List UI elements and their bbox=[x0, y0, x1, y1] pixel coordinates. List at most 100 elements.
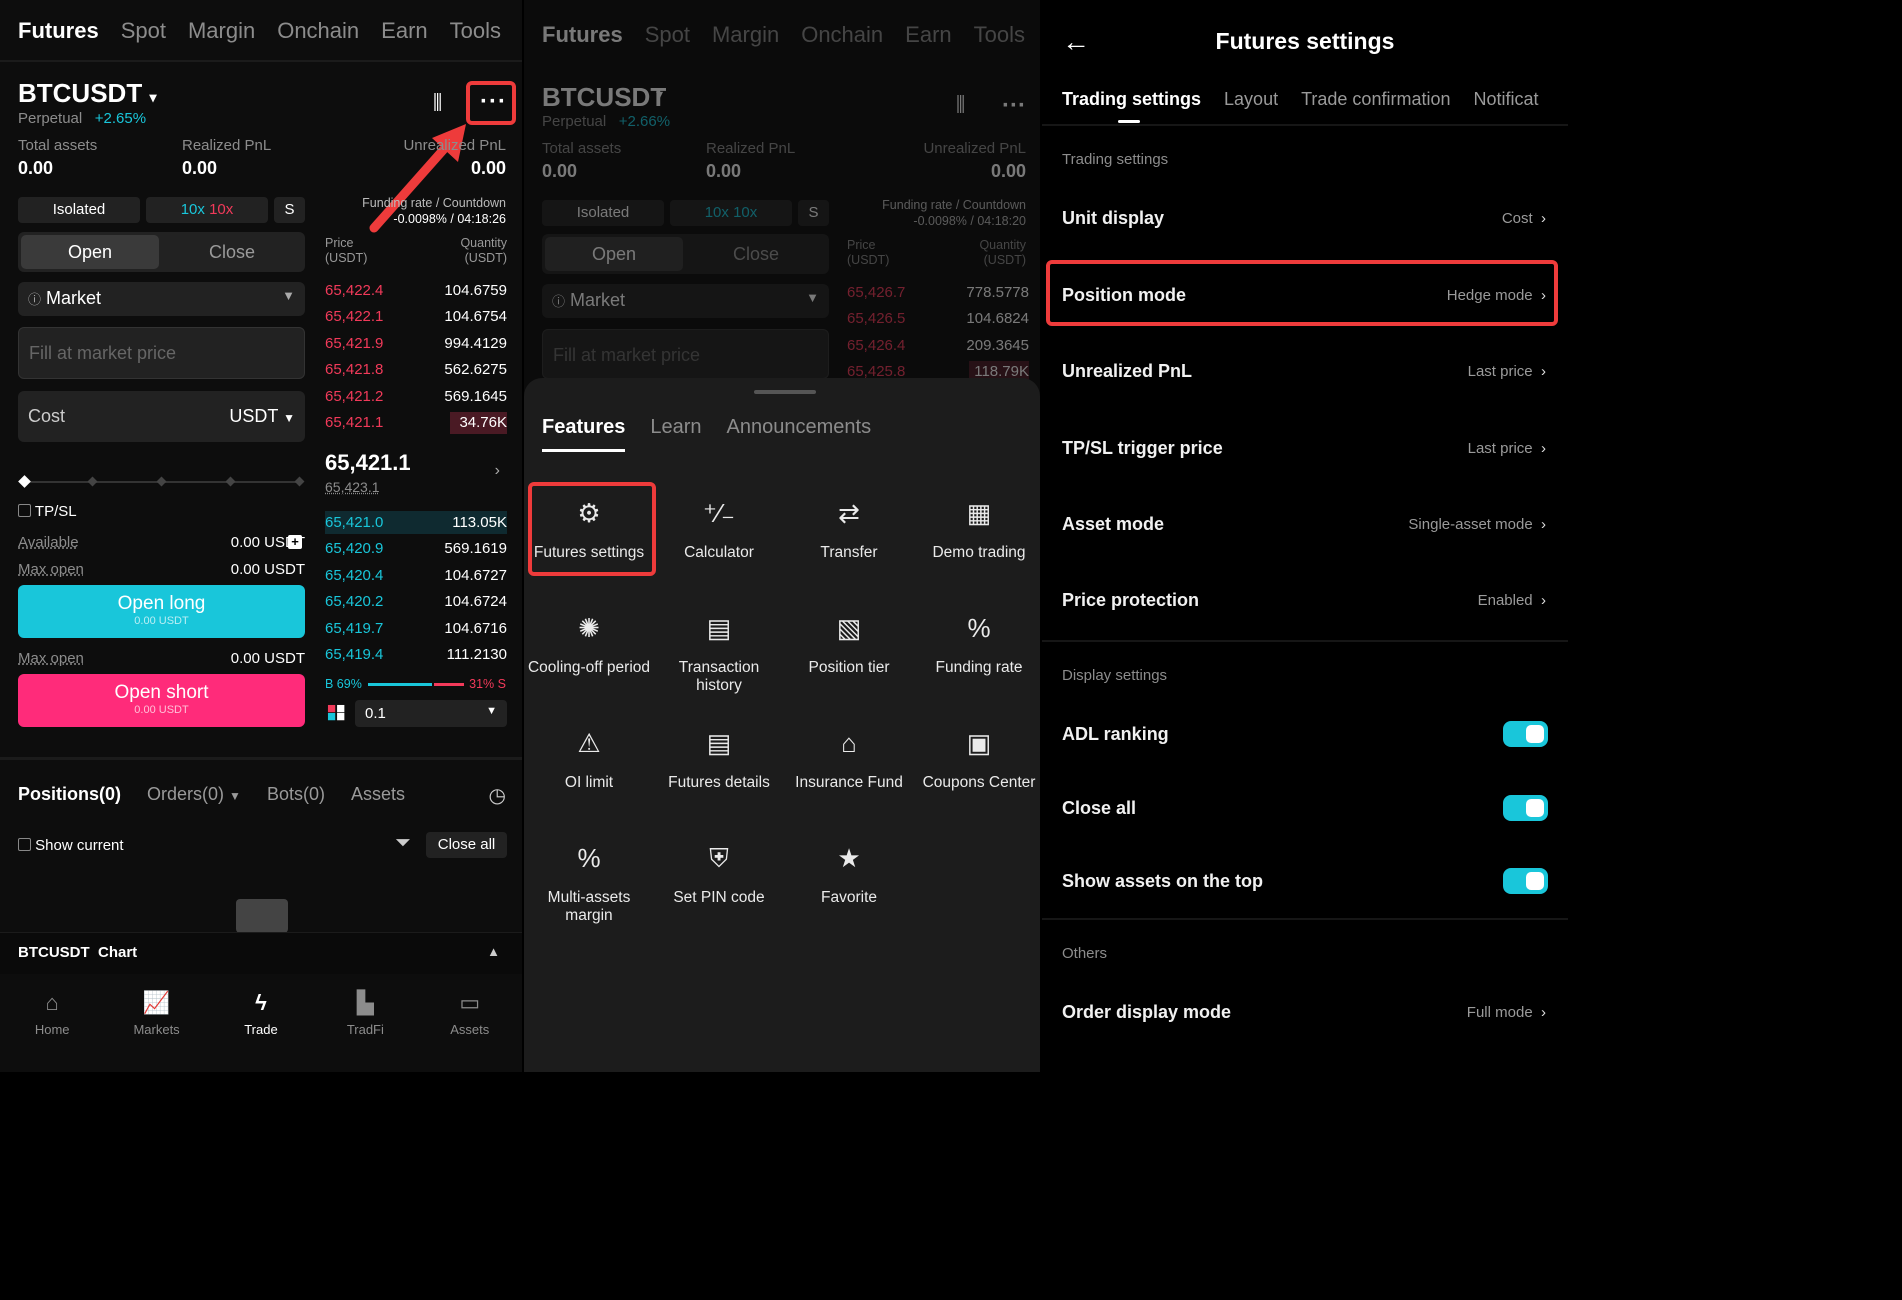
ask-row[interactable]: 65,421.1 34.76K bbox=[325, 410, 507, 437]
open-tab[interactable]: Open bbox=[21, 235, 159, 269]
tab-bots[interactable]: Bots(0) bbox=[267, 784, 325, 805]
ask-row[interactable]: 65,422.4 104.6759 bbox=[325, 277, 507, 304]
show-assets-toggle[interactable] bbox=[1503, 868, 1548, 894]
chevron-right-icon: › bbox=[1541, 363, 1546, 380]
setting-order-display-mode[interactable]: Order display mode Full mode › bbox=[1062, 1002, 1546, 1023]
setting-tpsl-trigger[interactable]: TP/SL trigger price Last price › bbox=[1062, 438, 1546, 459]
tpsl-checkbox[interactable]: TP/SL bbox=[18, 503, 77, 520]
tab-trade-confirmation[interactable]: Trade confirmation bbox=[1301, 89, 1450, 110]
feature-item[interactable]: ✺ Cooling-off period bbox=[524, 613, 654, 677]
bid-row[interactable]: 65,419.7 104.6716 bbox=[325, 615, 507, 642]
tab-earn[interactable]: Earn bbox=[905, 22, 951, 48]
bid-row[interactable]: 65,420.2 104.6724 bbox=[325, 589, 507, 616]
price-input[interactable]: Fill at market price bbox=[18, 327, 305, 379]
tab-futures[interactable]: Futures bbox=[542, 22, 623, 48]
adl-ranking-toggle[interactable] bbox=[1503, 721, 1548, 747]
pair-selector[interactable]: BTCUSDT ▾ bbox=[18, 78, 156, 109]
sheet-tabs: Features Learn Announcements bbox=[542, 416, 871, 452]
nav-home[interactable]: ⌂ Home bbox=[12, 990, 92, 1072]
precision-select[interactable]: 0.1 ▼ bbox=[355, 700, 507, 727]
nav-markets[interactable]: 📈 Markets bbox=[117, 990, 197, 1072]
cost-input[interactable]: Cost USDT ▼ bbox=[18, 391, 305, 442]
feature-item[interactable]: ⌂ Insurance Fund bbox=[784, 728, 914, 792]
feature-item[interactable]: % Funding rate bbox=[914, 613, 1040, 677]
book-layout-icon[interactable]: ■■ ■■ bbox=[327, 701, 345, 724]
nav-tradfi[interactable]: ▙ TradFi bbox=[325, 990, 405, 1072]
tab-onchain[interactable]: Onchain bbox=[277, 18, 359, 44]
ask-row[interactable]: 65,421.9 994.4129 bbox=[325, 330, 507, 357]
sheet-handle[interactable] bbox=[754, 390, 816, 394]
feature-item[interactable]: ⛨ Set PIN code bbox=[654, 843, 784, 907]
close-all-button[interactable]: Close all bbox=[426, 832, 507, 858]
tab-onchain[interactable]: Onchain bbox=[801, 22, 883, 48]
feature-item[interactable]: ⁺⁄₋ Calculator bbox=[654, 498, 784, 562]
bid-row[interactable]: 65,421.0 113.05K bbox=[325, 509, 507, 536]
slider-handle[interactable] bbox=[18, 475, 31, 488]
tab-trading-settings[interactable]: Trading settings bbox=[1062, 89, 1201, 110]
tab-assets[interactable]: Assets bbox=[351, 784, 405, 805]
add-funds-icon[interactable]: + bbox=[288, 535, 302, 549]
setting-unrealized-pnl[interactable]: Unrealized PnL Last price › bbox=[1062, 361, 1546, 382]
setting-unit-display[interactable]: Unit display Cost › bbox=[1062, 208, 1546, 229]
show-current-checkbox[interactable]: Show current bbox=[18, 837, 124, 854]
tab-futures[interactable]: Futures bbox=[18, 18, 99, 44]
tab-orders[interactable]: Orders(0) ▼ bbox=[147, 784, 241, 805]
setting-price-protection[interactable]: Price protection Enabled › bbox=[1062, 590, 1546, 611]
bid-row[interactable]: 65,420.9 569.1619 bbox=[325, 536, 507, 563]
ask-qty: 778.5778 bbox=[966, 283, 1029, 301]
margin-mode-button[interactable]: Isolated bbox=[18, 197, 140, 223]
tab-layout[interactable]: Layout bbox=[1224, 89, 1278, 110]
bid-row[interactable]: 65,420.4 104.6727 bbox=[325, 562, 507, 589]
position-mode-button[interactable]: S bbox=[274, 197, 305, 223]
caret-up-icon[interactable]: ▲ bbox=[487, 944, 500, 959]
filter-icon[interactable]: ⏷ bbox=[395, 832, 411, 855]
order-type-select[interactable]: ⓘ Market ▼ bbox=[18, 282, 305, 316]
tab-announcements[interactable]: Announcements bbox=[727, 416, 872, 452]
feature-item[interactable]: ▣ Coupons Center bbox=[914, 728, 1040, 792]
feature-item[interactable]: ⇄ Transfer bbox=[784, 498, 914, 562]
close-all-toggle[interactable] bbox=[1503, 795, 1548, 821]
tab-spot[interactable]: Spot bbox=[645, 22, 690, 48]
tab-notifications[interactable]: Notificat bbox=[1473, 89, 1538, 110]
setting-asset-mode[interactable]: Asset mode Single-asset mode › bbox=[1062, 514, 1546, 535]
nav-assets[interactable]: ▭ Assets bbox=[430, 990, 510, 1072]
feature-item[interactable]: ★ Favorite bbox=[784, 843, 914, 907]
bid-row[interactable]: 65,419.4 111.2130 bbox=[325, 642, 507, 669]
last-price: 65,421.1 bbox=[325, 450, 411, 475]
tab-margin[interactable]: Margin bbox=[712, 22, 779, 48]
tab-learn[interactable]: Learn bbox=[650, 416, 701, 452]
chevron-right-icon[interactable]: › bbox=[495, 462, 500, 480]
tab-earn[interactable]: Earn bbox=[381, 18, 427, 44]
feature-item[interactable]: ▦ Demo trading bbox=[914, 498, 1040, 562]
currency-select[interactable]: USDT ▼ bbox=[229, 406, 295, 427]
feature-item[interactable]: ⚠ OI limit bbox=[524, 728, 654, 792]
candlestick-icon[interactable]: ⫼ bbox=[433, 92, 442, 115]
close-tab[interactable]: Close bbox=[163, 235, 301, 269]
open-short-button[interactable]: Open short 0.00 USDT bbox=[18, 674, 305, 727]
ask-row[interactable]: 65,422.1 104.6754 bbox=[325, 304, 507, 331]
feature-item[interactable]: ▧ Position tier bbox=[784, 613, 914, 677]
funding-value: -0.0098% / 04:18:26 bbox=[393, 212, 506, 226]
tab-positions[interactable]: Positions(0) bbox=[18, 784, 121, 805]
feature-item[interactable]: ▤ Futures details bbox=[654, 728, 784, 792]
chart-bar[interactable]: BTCUSDT Chart ▲ bbox=[0, 932, 522, 974]
open-long-button[interactable]: Open long 0.00 USDT bbox=[18, 585, 305, 638]
warning-icon: ⚠ bbox=[577, 728, 601, 758]
tab-tools[interactable]: Tools bbox=[974, 22, 1025, 48]
tab-margin[interactable]: Margin bbox=[188, 18, 255, 44]
wallet-icon: ▭ bbox=[459, 990, 481, 1015]
coupon-icon: ▣ bbox=[966, 728, 992, 758]
feature-item[interactable]: ▤ Transaction history bbox=[654, 613, 784, 695]
ask-row[interactable]: 65,421.8 562.6275 bbox=[325, 357, 507, 384]
tab-features[interactable]: Features bbox=[542, 416, 626, 452]
order-type-select: ⓘ Market ▼ bbox=[542, 284, 829, 318]
bids-list: 65,421.0 113.05K 65,420.9 569.1619 65,420.… bbox=[325, 509, 507, 668]
tab-spot[interactable]: Spot bbox=[121, 18, 166, 44]
tab-tools[interactable]: Tools bbox=[450, 18, 501, 44]
ask-row[interactable]: 65,421.2 569.1645 bbox=[325, 383, 507, 410]
nav-trade[interactable]: ϟ Trade bbox=[221, 990, 301, 1072]
history-icon[interactable]: ◷ bbox=[489, 783, 506, 808]
trade-icon: ϟ bbox=[255, 990, 267, 1015]
leverage-button[interactable]: 10x 10x bbox=[146, 197, 268, 223]
feature-item[interactable]: % Multi-assets margin bbox=[524, 843, 654, 925]
